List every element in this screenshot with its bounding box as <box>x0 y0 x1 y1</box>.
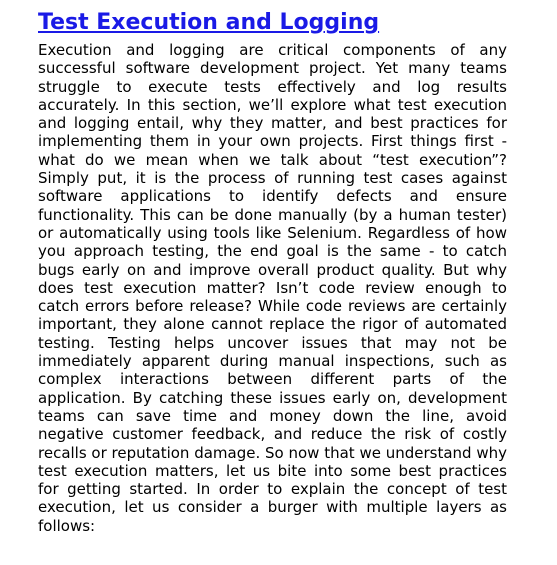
article-title-link[interactable]: Test Execution and Logging <box>38 8 379 38</box>
article: Test Execution and Logging Execution and… <box>38 8 507 535</box>
article-body: Execution and logging are critical compo… <box>38 41 507 535</box>
